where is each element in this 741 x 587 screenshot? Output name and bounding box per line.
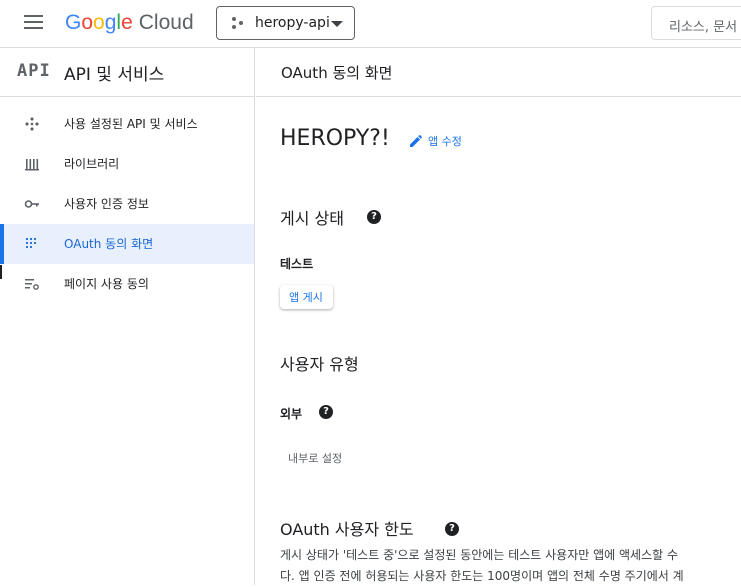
oauth-consent-icon <box>25 237 37 249</box>
sidebar-item-oauth-consent[interactable]: OAuth 동의 화면 <box>0 224 254 264</box>
google-cloud-logo[interactable]: Google Cloud <box>65 11 194 35</box>
sidebar-header: API API 및 서비스 <box>0 48 254 97</box>
sidebar-item-enabled-apis[interactable]: 사용 설정된 API 및 서비스 <box>0 104 254 144</box>
publish-app-button[interactable]: 앱 게시 <box>280 285 333 309</box>
user-cap-heading: OAuth 사용자 한도 <box>280 520 414 539</box>
sidebar: API API 및 서비스 사용 설정된 API 및 서비스 라이브러리 사용자… <box>0 48 255 585</box>
publish-app-label: 앱 게시 <box>289 291 323 304</box>
text-cursor <box>0 265 2 279</box>
page-agreement-icon <box>25 279 39 290</box>
sidebar-title: API 및 서비스 <box>64 65 165 85</box>
publish-status-heading: 게시 상태 <box>280 209 344 228</box>
chevron-down-icon <box>331 21 343 27</box>
sidebar-item-label: 페이지 사용 동의 <box>64 277 149 291</box>
app-name: HEROPY?! <box>280 126 390 151</box>
user-cap-line-1: 게시 상태가 '테스트 중'으로 설정된 동안에는 테스트 사용자만 앱에 액세… <box>280 548 679 562</box>
project-name: heropy-api <box>255 15 330 31</box>
sidebar-item-page-agreement[interactable]: 페이지 사용 동의 <box>0 264 254 304</box>
project-picker-button[interactable]: heropy-api <box>216 6 355 40</box>
page-title: OAuth 동의 화면 <box>281 64 393 82</box>
page-header: OAuth 동의 화면 <box>256 48 741 97</box>
sidebar-item-library[interactable]: 라이브러리 <box>0 144 254 184</box>
user-cap-line-2: 다. 앱 인증 전에 허용되는 사용자 한도는 100명이며 앱의 전체 수명 … <box>280 569 684 583</box>
search-placeholder: 리소스, 문서 <box>669 20 738 35</box>
user-cap-description: 게시 상태가 '테스트 중'으로 설정된 동안에는 테스트 사용자만 앱에 액세… <box>280 545 741 587</box>
api-logo-icon: API <box>17 61 51 81</box>
sidebar-item-label: 사용자 인증 정보 <box>64 197 149 211</box>
sidebar-item-credentials[interactable]: 사용자 인증 정보 <box>0 184 254 224</box>
publish-status-value: 테스트 <box>280 257 314 271</box>
key-icon <box>24 200 39 208</box>
enabled-apis-icon <box>25 117 39 131</box>
edit-app-label: 앱 수정 <box>428 135 462 148</box>
user-type-heading: 사용자 유형 <box>280 355 359 374</box>
sidebar-item-label: 사용 설정된 API 및 서비스 <box>64 117 198 131</box>
search-input[interactable]: 리소스, 문서 <box>651 6 741 40</box>
help-icon[interactable]: ? <box>367 210 381 224</box>
main-content: OAuth 동의 화면 HEROPY?! 앱 수정 게시 상태 ? 테스트 앱 … <box>256 48 741 585</box>
help-icon[interactable]: ? <box>445 522 459 536</box>
project-icon <box>232 17 243 29</box>
make-internal-button[interactable]: 내부로 설정 <box>280 446 350 470</box>
top-app-bar: Google Cloud heropy-api 리소스, 문서 <box>0 0 741 48</box>
main-menu-icon[interactable] <box>24 15 43 29</box>
sidebar-item-label: OAuth 동의 화면 <box>64 237 154 251</box>
library-icon <box>25 159 39 171</box>
help-icon[interactable]: ? <box>319 405 333 419</box>
pencil-icon <box>410 135 422 147</box>
sidebar-item-label: 라이브러리 <box>64 157 120 171</box>
user-type-value: 외부 <box>280 407 303 421</box>
